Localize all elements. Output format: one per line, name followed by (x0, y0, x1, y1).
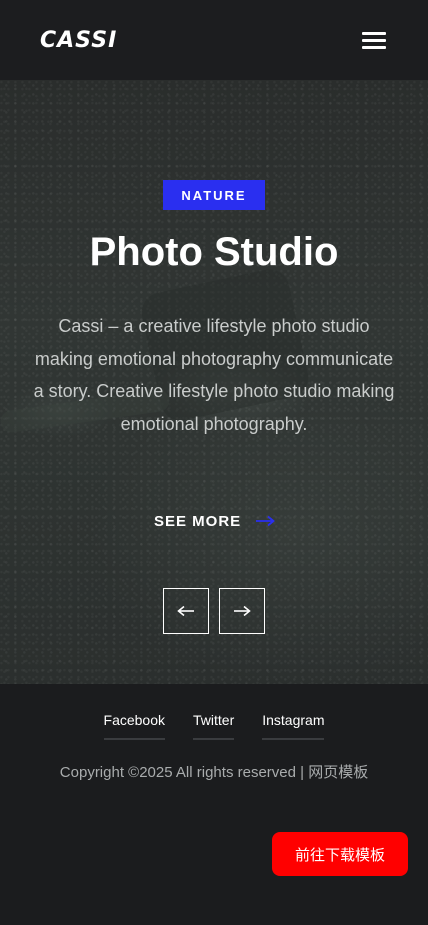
hero-title: Photo Studio (89, 230, 339, 274)
see-more-label: SEE MORE (154, 512, 242, 530)
social-link-facebook[interactable]: Facebook (103, 712, 165, 740)
see-more-link[interactable]: SEE MORE (154, 510, 276, 532)
category-badge[interactable]: NATURE (163, 180, 265, 210)
logo[interactable]: CASSI (40, 28, 117, 53)
social-links: Facebook Twitter Instagram (0, 712, 428, 740)
previous-slide-button[interactable] (163, 588, 209, 634)
hero-description: Cassi – a creative lifestyle photo studi… (33, 316, 395, 434)
social-link-twitter[interactable]: Twitter (193, 712, 235, 740)
download-template-button[interactable]: 前往下载模板 (272, 832, 408, 876)
menu-line (362, 46, 386, 49)
social-link-instagram[interactable]: Instagram (262, 712, 325, 740)
copyright-text: Copyright ©2025 All rights reserved | 网页… (59, 764, 369, 781)
site-header: CASSI (0, 0, 428, 80)
menu-line (362, 32, 386, 35)
page: CASSI NATURE Photo Studio Cassi – a crea… (0, 0, 428, 925)
menu-line (362, 39, 386, 42)
arrow-left-icon (177, 605, 194, 617)
next-slide-button[interactable] (219, 588, 265, 634)
arrow-right-icon (234, 605, 251, 617)
hamburger-menu-icon[interactable] (362, 30, 388, 50)
arrow-right-icon (256, 515, 276, 527)
site-footer: Facebook Twitter Instagram Copyright ©20… (0, 684, 428, 925)
hero-slide: NATURE Photo Studio Cassi – a creative l… (0, 80, 428, 684)
